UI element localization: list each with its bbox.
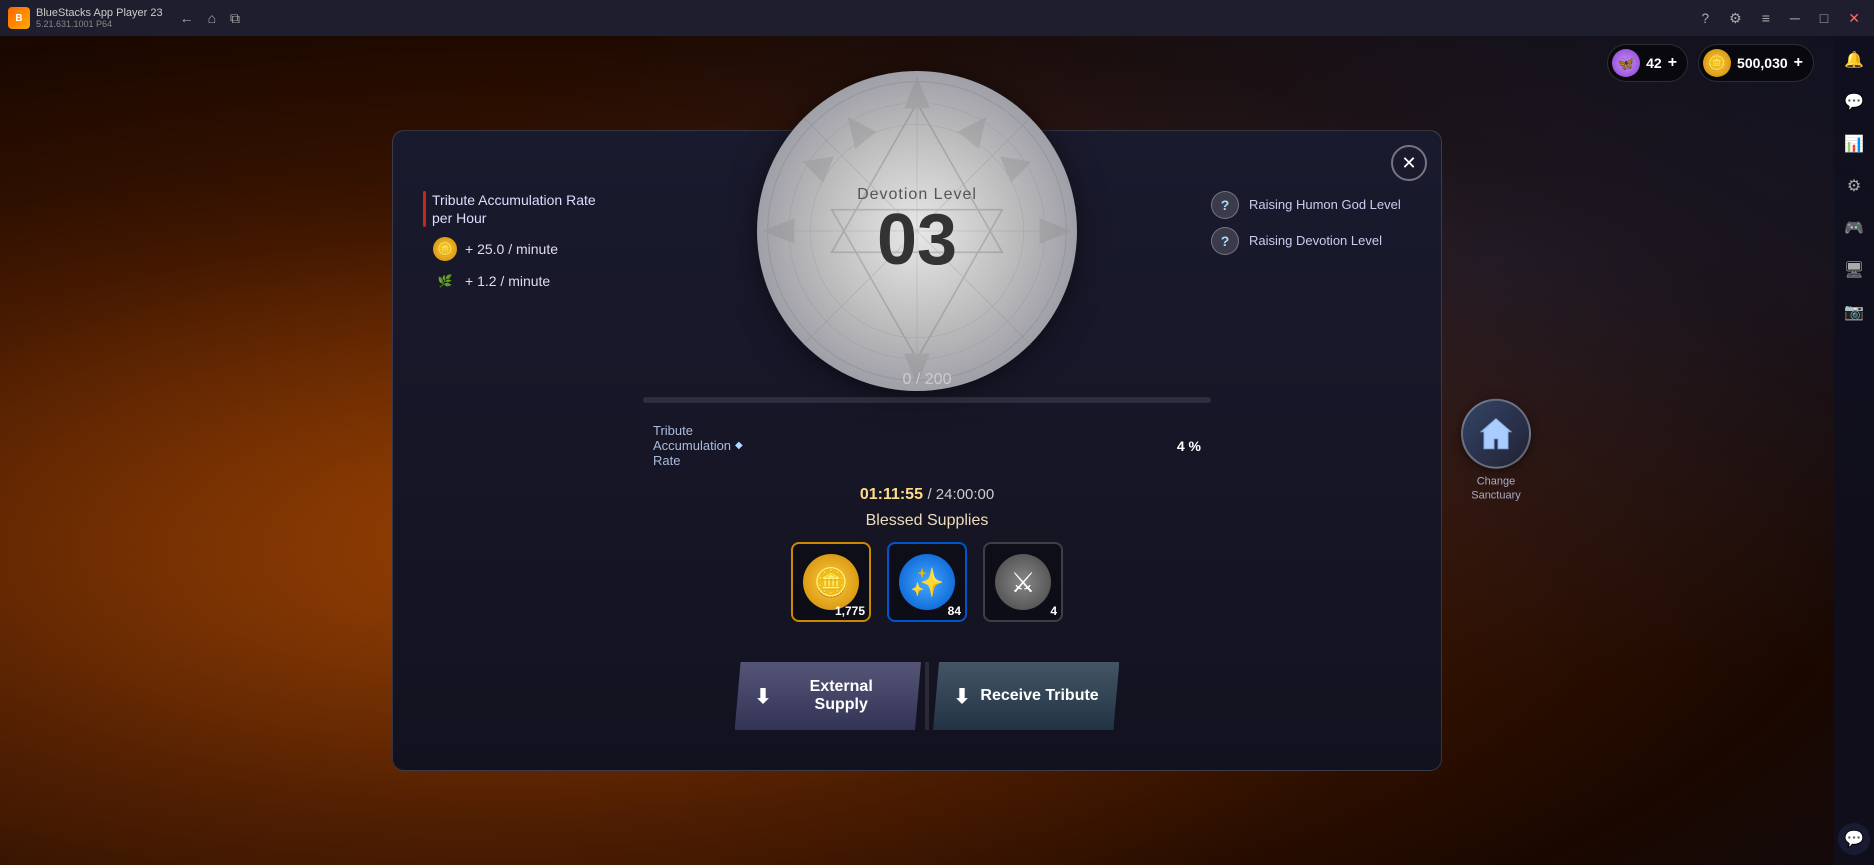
sanctuary-label: Change Sanctuary	[1471, 474, 1521, 503]
help-text-2: Raising Devotion Level	[1249, 233, 1382, 250]
rate-percent: 4 %	[1177, 438, 1201, 454]
coin-count: 500,030	[1737, 55, 1788, 71]
spirit-rate-icon: 🌿	[433, 269, 457, 293]
minimize-button[interactable]: ─	[1784, 8, 1806, 28]
tribute-rate-header: Tribute Accumulation Rate per Hour	[423, 191, 643, 227]
sidebar-icon-6[interactable]: 🖥	[1840, 256, 1868, 284]
timer-section: 01:11:55 / 24:00:00	[643, 486, 1211, 504]
tribute-rate-item-spirit: 🌿 + 1.2 / minute	[433, 269, 643, 293]
timer-current: 01:11:55	[860, 486, 923, 503]
main-modal: ✕	[392, 130, 1442, 771]
sidebar-icon-5[interactable]: 🎮	[1840, 214, 1868, 242]
supply-item-exp[interactable]: ✨ 84	[887, 542, 967, 622]
help-icon-2: ?	[1211, 227, 1239, 255]
timer-separator: /	[927, 486, 935, 503]
game-hud-currencies: 🦋 42 + 🪙 500,030 +	[1607, 44, 1814, 82]
top-nav: ← ⌂ ⧉	[175, 8, 245, 29]
top-bar: B BlueStacks App Player 23 5.21.631.1001…	[0, 0, 1874, 36]
progress-bar-container	[643, 397, 1211, 403]
home-icon	[1476, 413, 1516, 453]
button-divider	[925, 662, 929, 730]
window-controls: ? ⚙ ≡ ─ □ ✕	[1695, 8, 1866, 29]
maximize-button[interactable]: □	[1814, 8, 1834, 28]
supply-item3-count: 4	[1050, 604, 1057, 618]
coin-icon: 🪙	[1703, 49, 1731, 77]
rate-label: Tribute Accumulation Rate ◆	[653, 423, 743, 468]
external-supply-label: External Supply	[781, 678, 901, 714]
butterfly-plus-button[interactable]: +	[1668, 54, 1677, 72]
progress-text: 0 / 200	[643, 371, 1211, 389]
close-button[interactable]: ✕	[1842, 8, 1866, 29]
help-button[interactable]: ?	[1695, 8, 1715, 28]
butterfly-icon: 🦋	[1612, 49, 1640, 77]
tribute-rate-panel: Tribute Accumulation Rate per Hour 🪙 + 2…	[423, 161, 643, 730]
tribute-rate-title: Tribute Accumulation Rate per Hour	[432, 191, 596, 227]
supply-gold-count: 1,775	[835, 604, 865, 618]
sidebar-icon-1[interactable]: 🔔	[1840, 46, 1868, 74]
help-item-2[interactable]: ? Raising Devotion Level	[1211, 227, 1411, 255]
blessed-supplies-label: Blessed Supplies	[866, 512, 989, 530]
supply-exp-count: 84	[948, 604, 961, 618]
butterfly-currency: 🦋 42 +	[1607, 44, 1688, 82]
progress-section: 0 / 200	[643, 371, 1211, 413]
app-logo: B BlueStacks App Player 23 5.21.631.1001…	[8, 7, 163, 29]
sidebar-icon-chat[interactable]: 💬	[1838, 823, 1870, 855]
receive-tribute-label: Receive Tribute	[980, 687, 1098, 705]
diamond-icon: ◆	[735, 440, 743, 451]
sidebar-icon-4[interactable]: ⚙	[1840, 172, 1868, 200]
coin-currency: 🪙 500,030 +	[1698, 44, 1814, 82]
right-sidebar: 🔔 💬 📊 ⚙ 🎮 🖥 📷 💬	[1834, 36, 1874, 865]
receive-tribute-icon: ⬇	[954, 684, 971, 709]
external-supply-icon: ⬇	[755, 684, 772, 709]
menu-button[interactable]: ≡	[1756, 8, 1776, 28]
coin-plus-button[interactable]: +	[1794, 54, 1803, 72]
tribute-rate-item-gold: 🪙 + 25.0 / minute	[433, 237, 643, 261]
gold-rate-icon: 🪙	[433, 237, 457, 261]
sidebar-icon-7[interactable]: 📷	[1840, 298, 1868, 326]
right-info-panel: ? Raising Humon God Level ? Raising Devo…	[1211, 161, 1411, 730]
external-supply-button[interactable]: ⬇ External Supply	[735, 662, 921, 730]
bottom-buttons: ⬇ External Supply ⬇ Receive Tribute	[735, 662, 1120, 730]
red-accent-bar	[423, 191, 426, 227]
spirit-rate-value: + 1.2 / minute	[465, 273, 550, 289]
back-button[interactable]: ←	[175, 8, 199, 28]
sidebar-icon-2[interactable]: 💬	[1840, 88, 1868, 116]
supply-item-gold[interactable]: 🪙 1,775	[791, 542, 871, 622]
gold-rate-value: + 25.0 / minute	[465, 241, 558, 257]
supply-gold-icon: 🪙	[803, 554, 859, 610]
settings-button[interactable]: ⚙	[1723, 8, 1748, 29]
modal-center-content: 0 / 200 Tribute Accumulation Rate ◆ 4 % …	[643, 161, 1211, 730]
help-icon-1: ?	[1211, 191, 1239, 219]
sanctuary-circle-icon	[1461, 398, 1531, 468]
tribute-accumulation-text: Tribute Accumulation Rate	[653, 423, 731, 468]
copy-button[interactable]: ⧉	[225, 8, 245, 29]
butterfly-count: 42	[1646, 55, 1662, 71]
receive-tribute-button[interactable]: ⬇ Receive Tribute	[933, 662, 1119, 730]
supply-exp-icon: ✨	[899, 554, 955, 610]
help-text-1: Raising Humon God Level	[1249, 197, 1401, 214]
accumulation-rate-section: Tribute Accumulation Rate ◆ 4 %	[643, 423, 1211, 468]
timer-max: 24:00:00	[936, 486, 994, 503]
app-name: BlueStacks App Player 23 5.21.631.1001 P…	[36, 7, 163, 29]
home-button[interactable]: ⌂	[203, 8, 221, 28]
supply-item3-icon: ⚔	[995, 554, 1051, 610]
tribute-rate-items: 🪙 + 25.0 / minute 🌿 + 1.2 / minute	[423, 237, 643, 293]
help-item-1[interactable]: ? Raising Humon God Level	[1211, 191, 1411, 219]
app-icon: B	[8, 7, 30, 29]
sidebar-icon-3[interactable]: 📊	[1840, 130, 1868, 158]
supplies-row: 🪙 1,775 ✨ 84 ⚔ 4	[791, 542, 1063, 622]
change-sanctuary-button[interactable]: Change Sanctuary	[1461, 398, 1531, 503]
supply-item-3[interactable]: ⚔ 4	[983, 542, 1063, 622]
modal-overlay: ✕	[0, 36, 1834, 865]
